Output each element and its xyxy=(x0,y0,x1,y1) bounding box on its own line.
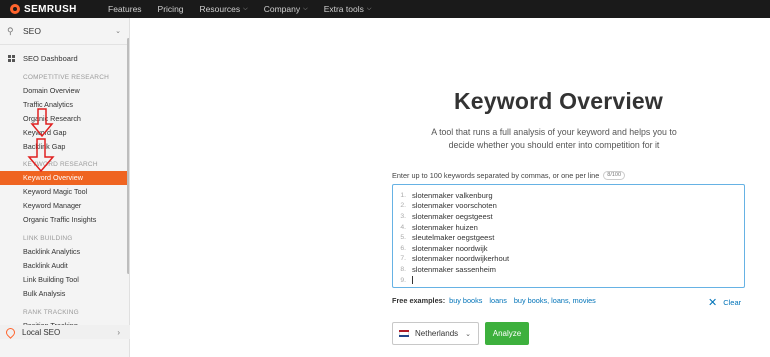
keywords-input-label-text: Enter up to 100 keywords separated by co… xyxy=(392,171,600,180)
sidebar-item-organic-research[interactable]: Organic Research xyxy=(0,112,129,126)
keyword-line: 6. slotenmaker noordwijk xyxy=(393,243,744,254)
example-link-buy-books[interactable]: buy books xyxy=(449,296,482,305)
sidebar-item-link-building-tool[interactable]: Link Building Tool xyxy=(0,273,129,287)
keywords-input-label: Enter up to 100 keywords separated by co… xyxy=(392,171,626,180)
sidebar-item-organic-traffic-insights[interactable]: Organic Traffic Insights xyxy=(0,213,129,227)
annotation-arrow-icon xyxy=(30,108,54,138)
line-number: 4. xyxy=(400,223,406,231)
location-pin-icon xyxy=(4,325,17,339)
sidebar-item-seo-dashboard[interactable]: SEO Dashboard xyxy=(0,48,129,68)
keyword-line: 3. slotenmaker oegstgeest xyxy=(393,211,744,222)
sidebar-section-rank-tracking: RANK TRACKING xyxy=(23,309,79,316)
nav-resources-label: Resources xyxy=(199,4,241,14)
nav-extra-tools-label: Extra tools xyxy=(323,4,364,14)
line-number: 9. xyxy=(400,276,406,284)
chevron-down-icon: ⌄ xyxy=(465,330,471,338)
keyword-counter-badge: 8/100 xyxy=(603,171,626,180)
local-seo-label: Local SEO xyxy=(22,327,61,337)
clear-label: Clear xyxy=(723,298,742,307)
keyword-text: slotenmaker sassenheim xyxy=(412,264,496,274)
sidebar-item-local-seo[interactable]: Local SEO › xyxy=(0,325,130,339)
nav-features[interactable]: Features xyxy=(108,4,142,14)
line-number: 8. xyxy=(400,265,406,273)
chevron-down-icon: ⌵ xyxy=(303,5,308,12)
sidebar-item-backlink-analytics[interactable]: Backlink Analytics xyxy=(0,245,129,259)
sidebar-scrollbar[interactable] xyxy=(127,38,129,274)
nav-company-label: Company xyxy=(263,4,301,14)
line-number: 7. xyxy=(400,255,406,263)
top-navbar: SEMRUSH Features Pricing Resources ⌵ Comp… xyxy=(0,0,770,18)
sidebar-item-backlink-gap[interactable]: Backlink Gap xyxy=(0,140,129,154)
keyword-text: slotenmaker noordwijk xyxy=(412,243,488,253)
keyword-line: 8. slotenmaker sassenheim xyxy=(393,264,744,275)
keyword-line: 1. slotenmaker valkenburg xyxy=(393,190,744,201)
keyword-text: slotenmaker oegstgeest xyxy=(412,211,493,221)
keyword-text: slotenmaker huizen xyxy=(412,222,478,232)
sidebar-item-traffic-analytics[interactable]: Traffic Analytics xyxy=(0,98,129,112)
sidebar-item-keyword-overview[interactable]: Keyword Overview xyxy=(0,171,129,185)
close-icon: ✕ xyxy=(708,297,718,309)
nav-features-label: Features xyxy=(108,4,142,14)
dashboard-grid-icon xyxy=(8,54,15,62)
chevron-right-icon: › xyxy=(117,327,120,337)
example-link-multi[interactable]: buy books, loans, movies xyxy=(514,296,596,305)
keyword-text: slotenmaker voorschoten xyxy=(412,201,497,211)
analyze-button[interactable]: Analyze xyxy=(485,322,529,345)
seo-toolkit-label: SEO xyxy=(23,26,41,36)
nav-company[interactable]: Company ⌵ xyxy=(264,4,308,14)
keywords-textarea[interactable]: 1. slotenmaker valkenburg 2. slotenmaker v… xyxy=(392,184,745,288)
sidebar-item-bulk-analysis[interactable]: Bulk Analysis xyxy=(0,287,129,301)
sidebar-item-keyword-gap[interactable]: Keyword Gap xyxy=(0,126,129,140)
sidebar-item-keyword-magic-tool[interactable]: Keyword Magic Tool xyxy=(0,185,129,199)
line-number: 3. xyxy=(400,212,406,220)
page-title: Keyword Overview xyxy=(454,88,664,114)
keyword-text: slotenmaker valkenburg xyxy=(412,190,493,200)
semrush-logo[interactable]: SEMRUSH xyxy=(10,4,92,15)
nav-extra-tools[interactable]: Extra tools ⌵ xyxy=(324,4,372,14)
keyword-line: 9. xyxy=(393,275,744,286)
sidebar-item-label: SEO Dashboard xyxy=(23,53,78,63)
keyword-line: 2. slotenmaker voorschoten xyxy=(393,201,744,212)
database-select[interactable]: Netherlands ⌄ xyxy=(392,322,479,345)
sidebar-item-keyword-manager[interactable]: Keyword Manager xyxy=(0,199,129,213)
example-link-loans[interactable]: loans xyxy=(489,296,506,305)
netherlands-flag-icon xyxy=(399,330,409,337)
database-label: Netherlands xyxy=(415,329,459,338)
semrush-logo-icon xyxy=(10,4,20,14)
page-subtitle: A tool that runs a full analysis of your… xyxy=(431,127,677,150)
keyword-line: 7. slotenmaker noordwijkerhout xyxy=(393,254,744,265)
chevron-down-icon: ⌵ xyxy=(366,5,372,12)
keyword-line: 5. sleutelmaker oegstgeest xyxy=(393,232,744,243)
line-number: 2. xyxy=(400,202,406,210)
keyword-text: sleutelmaker oegstgeest xyxy=(412,233,495,243)
seo-toolkit-icon: ⚲ xyxy=(7,25,14,36)
line-number: 5. xyxy=(400,234,406,242)
keyword-line: 4. slotenmaker huizen xyxy=(393,222,744,233)
sidebar-section-keyword-research: KEYWORD RESEARCH xyxy=(23,161,98,168)
chevron-down-icon: ⌄ xyxy=(115,28,121,35)
nav-pricing-label: Pricing xyxy=(157,4,184,14)
keyword-text: slotenmaker noordwijkerhout xyxy=(412,254,510,264)
text-caret xyxy=(412,276,413,285)
nav-resources[interactable]: Resources ⌵ xyxy=(200,4,248,14)
free-examples-label: Free examples: xyxy=(392,296,446,305)
line-number: 6. xyxy=(400,244,406,252)
sidebar-section-competitive-research: COMPETITIVE RESEARCH xyxy=(23,74,109,81)
chevron-down-icon: ⌵ xyxy=(243,5,248,12)
free-examples: Free examples: buy books loans buy books… xyxy=(392,296,603,305)
sidebar: ⚲ SEO ⌄ SEO Dashboard COMPETITIVE RESEAR… xyxy=(0,18,130,357)
sidebar-section-link-building: LINK BUILDING xyxy=(23,235,73,242)
line-number: 1. xyxy=(400,191,406,199)
sidebar-item-domain-overview[interactable]: Domain Overview xyxy=(0,84,129,98)
sidebar-item-backlink-audit[interactable]: Backlink Audit xyxy=(0,259,129,273)
logo-text: SEMRUSH xyxy=(24,3,77,15)
clear-button[interactable]: ✕ Clear xyxy=(708,296,741,309)
annotation-arrow-icon xyxy=(27,138,55,172)
seo-toolkit-selector[interactable]: ⚲ SEO ⌄ xyxy=(0,18,129,45)
nav-pricing[interactable]: Pricing xyxy=(158,4,184,14)
